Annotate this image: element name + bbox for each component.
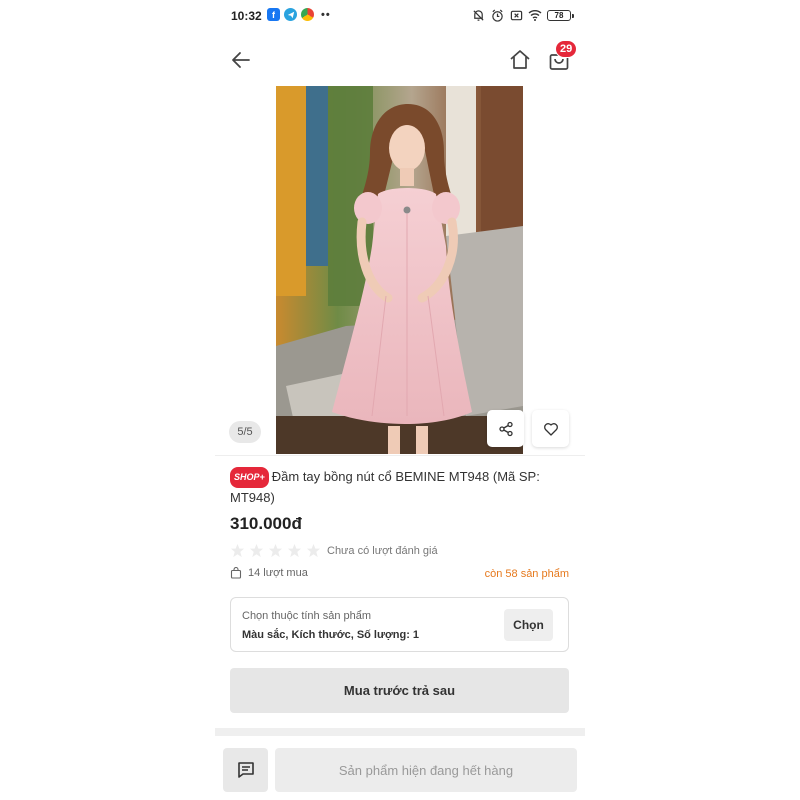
- product-title: Đầm tay bồng nút cổ BEMINE MT948 (Mã SP:…: [230, 469, 540, 505]
- product-price: 310.000đ: [230, 514, 302, 533]
- stock-remaining: còn 58 sản phẩm: [484, 568, 569, 580]
- system-icons: 78: [471, 8, 574, 22]
- star-icon: [287, 543, 302, 558]
- status-bar: 10:32 f •• 78: [215, 0, 585, 32]
- choose-variant-button[interactable]: Chọn: [504, 609, 553, 641]
- variant-value: Màu sắc, Kích thước, Số lượng: 1: [242, 629, 420, 641]
- image-counter: 5/5: [229, 421, 261, 443]
- top-navigation: 29: [215, 40, 585, 80]
- status-app-icons: f ••: [267, 8, 331, 21]
- variant-selector[interactable]: Chọn thuộc tính sản phẩm Màu sắc, Kích t…: [230, 597, 569, 652]
- bell-muted-icon: [471, 8, 485, 22]
- star-icon: [268, 543, 283, 558]
- shop-plus-badge: SHOP+: [230, 467, 269, 488]
- telegram-icon: [284, 8, 297, 21]
- buy-now-pay-later-button[interactable]: Mua trước trả sau: [230, 668, 569, 713]
- out-of-stock-button: Sản phẩm hiện đang hết hàng: [275, 748, 577, 792]
- cart-count-badge: 29: [555, 40, 578, 58]
- product-photo[interactable]: [276, 86, 523, 454]
- status-time: 10:32: [231, 9, 262, 23]
- wifi-icon: [528, 8, 542, 22]
- divider: [215, 455, 585, 456]
- chrome-icon: [301, 8, 314, 21]
- chat-icon[interactable]: [223, 748, 268, 792]
- phone-screen: 10:32 f •• 78 29 5/5 SHOP+ Đầm tay bồng …: [215, 0, 585, 800]
- home-icon[interactable]: [508, 48, 532, 72]
- section-divider: [215, 728, 585, 736]
- no-sim-icon: [509, 8, 523, 22]
- sold-count: 14 lượt mua: [248, 567, 308, 579]
- heart-icon[interactable]: [532, 410, 569, 447]
- share-icon[interactable]: [487, 410, 524, 447]
- star-icon: [306, 543, 321, 558]
- star-icon: [249, 543, 264, 558]
- star-icon: [230, 543, 245, 558]
- back-arrow-icon[interactable]: [229, 48, 253, 72]
- rating-row: Chưa có lượt đánh giá: [230, 543, 438, 558]
- more-notifications-icon: ••: [321, 8, 331, 21]
- sold-count-row: 14 lượt mua: [230, 567, 308, 579]
- product-title-block: SHOP+ Đầm tay bồng nút cổ BEMINE MT948 (M…: [230, 467, 575, 507]
- alarm-icon: [490, 8, 504, 22]
- bag-icon: [230, 567, 242, 579]
- dress-illustration: [276, 86, 523, 454]
- rating-text: Chưa có lượt đánh giá: [327, 544, 438, 557]
- facebook-icon: f: [267, 8, 280, 21]
- battery-icon: 78: [547, 9, 574, 21]
- variant-label: Chọn thuộc tính sản phẩm: [242, 610, 372, 622]
